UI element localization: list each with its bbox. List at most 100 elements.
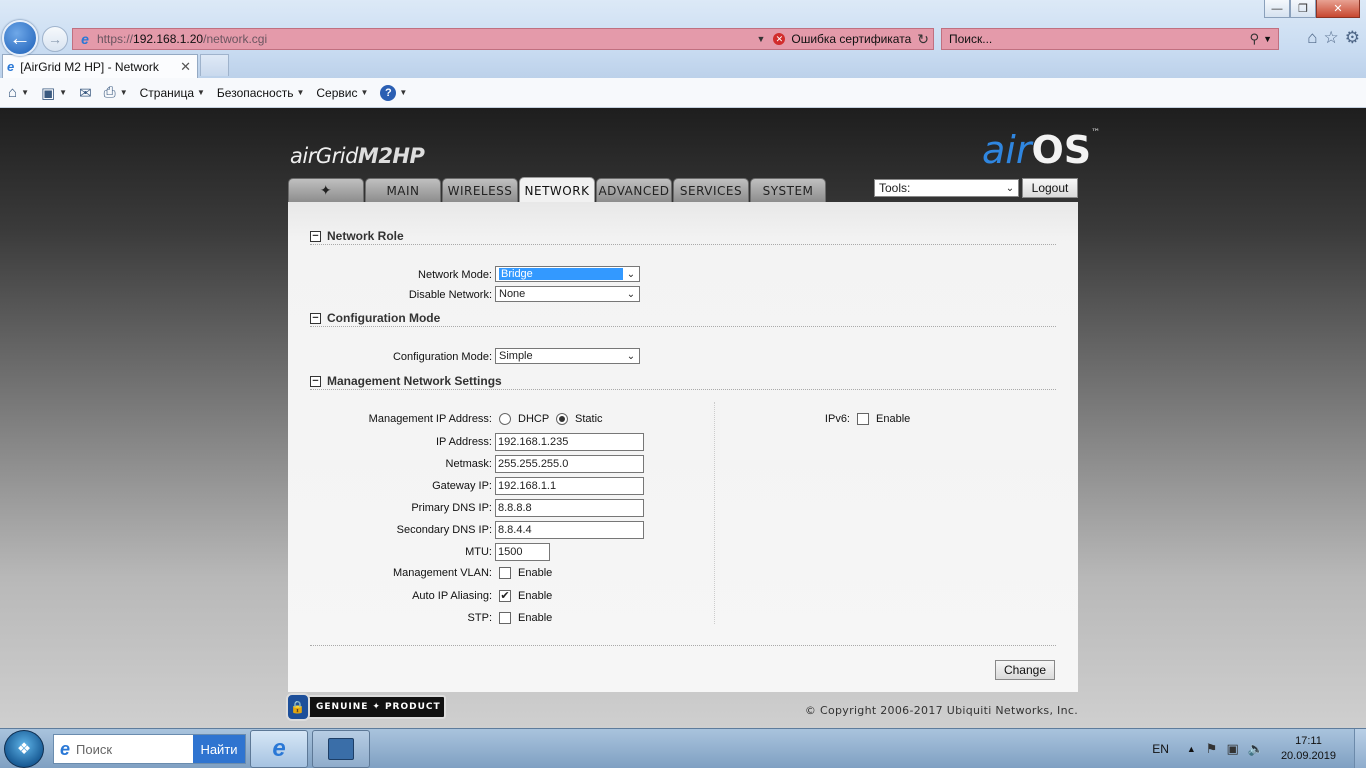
auto-ip-aliasing-checkbox[interactable]: ✔	[499, 590, 511, 602]
ip-address-input[interactable]: 192.168.1.235	[495, 433, 644, 451]
section-network-role[interactable]: − Network Role	[310, 229, 404, 243]
tab-ubiquiti-logo[interactable]: ✦	[288, 178, 364, 202]
tab-favicon-icon: e	[7, 59, 15, 74]
maximize-button[interactable]: ❐	[1290, 0, 1316, 18]
network-status-icon[interactable]: ▣	[1226, 741, 1238, 757]
tab-services[interactable]: SERVICES	[673, 178, 749, 202]
error-icon: ✕	[773, 33, 786, 45]
gear-icon[interactable]: ⚙	[1345, 28, 1360, 48]
rss-feed-icon[interactable]: ▣	[41, 84, 55, 102]
taskbar-network-app[interactable]	[312, 730, 370, 768]
home-icon[interactable]: ⌂	[1307, 28, 1317, 48]
menu-security[interactable]: Безопасность ▼	[217, 86, 304, 100]
chevron-down-icon[interactable]: ▼	[120, 88, 128, 97]
clock[interactable]: 17:11 20.09.2019	[1281, 734, 1336, 764]
secondary-dns-input[interactable]: 8.8.4.4	[495, 521, 644, 539]
gateway-ip-input[interactable]: 192.168.1.1	[495, 477, 644, 495]
show-desktop-button[interactable]	[1354, 729, 1366, 768]
refresh-icon[interactable]: ↻	[917, 31, 929, 48]
management-ip-label: Management IP Address:	[368, 413, 492, 425]
mtu-input[interactable]: 1500	[495, 543, 550, 561]
menu-help[interactable]: ? ▼	[380, 84, 407, 101]
taskbar-search-button[interactable]: Найти	[193, 735, 245, 763]
ip-address-label: IP Address:	[435, 436, 492, 448]
command-bar: ⌂ ▼ ▣ ▼ ✉ ⎙ ▼ Страница ▼ Безопасность ▼ Серви…	[0, 78, 1366, 108]
collapse-icon[interactable]: −	[310, 312, 321, 324]
address-dropdown-icon[interactable]: ▼	[756, 34, 765, 44]
action-center-flag-icon[interactable]: ⚑	[1206, 741, 1218, 757]
favorites-star-icon[interactable]: ☆	[1324, 28, 1339, 48]
stp-label: STP:	[467, 612, 492, 624]
divider	[310, 326, 1056, 327]
start-button[interactable]: ❖	[4, 730, 44, 768]
address-bar[interactable]: e https://192.168.1.20/network.cgi ▼ ✕ Ош…	[72, 28, 934, 50]
menu-page[interactable]: Страница ▼	[140, 86, 205, 100]
close-window-button[interactable]: ✕	[1316, 0, 1360, 18]
divider	[310, 244, 1056, 245]
netmask-label: Netmask:	[445, 458, 492, 470]
show-hidden-icons-icon[interactable]: ▲	[1187, 744, 1196, 754]
network-mode-select[interactable]: Bridge ⌄	[495, 266, 640, 282]
section-title: Configuration Mode	[327, 311, 441, 325]
browser-titlebar: — ❐ ✕ ← → e https://192.168.1.20/network…	[0, 0, 1366, 56]
logout-button[interactable]: Logout	[1022, 178, 1078, 198]
language-indicator[interactable]: EN	[1152, 742, 1169, 756]
section-configuration-mode[interactable]: − Configuration Mode	[310, 311, 440, 325]
taskbar-internet-explorer[interactable]: e	[250, 730, 308, 768]
tab-network[interactable]: NETWORK	[519, 177, 595, 203]
page-footer: 🔒 GENUINE ✦ PRODUCT © Copyright 2006-201…	[286, 692, 1078, 728]
certificate-error[interactable]: ✕ Ошибка сертификата	[773, 32, 911, 46]
airos-logo-os: OS	[1031, 128, 1092, 172]
new-tab-button[interactable]	[200, 54, 229, 76]
primary-dns-input[interactable]: 8.8.8.8	[495, 499, 644, 517]
menu-service[interactable]: Сервис ▼	[316, 86, 368, 100]
mail-icon[interactable]: ✉	[79, 84, 92, 102]
tab-wireless[interactable]: WIRELESS	[442, 178, 518, 202]
chevron-down-icon: ▼	[360, 88, 369, 97]
section-management-network[interactable]: − Management Network Settings	[310, 374, 502, 388]
taskbar-search-input[interactable]: e Поиск Найти	[53, 734, 246, 764]
back-button[interactable]: ←	[2, 20, 38, 56]
static-radio[interactable]	[556, 413, 568, 425]
home-icon[interactable]: ⌂	[8, 84, 17, 101]
disable-network-select[interactable]: None ⌄	[495, 286, 640, 302]
tab-close-icon[interactable]: ✕	[180, 59, 191, 75]
collapse-icon[interactable]: −	[310, 230, 321, 242]
browser-tab-active[interactable]: e [AirGrid M2 HP] - Network ✕	[2, 54, 198, 78]
chevron-down-icon[interactable]: ▼	[59, 88, 67, 97]
tab-advanced[interactable]: ADVANCED	[596, 178, 672, 202]
menu-service-label: Сервис	[316, 85, 358, 100]
minimize-button[interactable]: —	[1264, 0, 1290, 18]
browser-search-input[interactable]: Поиск... ⚲ ▼	[941, 28, 1279, 50]
collapse-icon[interactable]: −	[310, 375, 321, 387]
netmask-input[interactable]: 255.255.255.0	[495, 455, 644, 473]
url-protocol: https://	[97, 32, 134, 46]
chevron-down-icon: ⌄	[1005, 182, 1015, 194]
ie-icon: e	[60, 738, 71, 759]
chevron-down-icon[interactable]: ▼	[21, 88, 29, 97]
forward-button[interactable]: →	[42, 26, 68, 52]
search-icon[interactable]: ⚲	[1250, 31, 1260, 47]
tab-title: [AirGrid M2 HP] - Network	[20, 59, 159, 74]
ipv6-checkbox[interactable]	[857, 413, 869, 425]
ubiquiti-logo-icon: ✦	[319, 182, 333, 199]
system-tray: EN ▲ ⚑ ▣ 🔈 17:11 20.09.2019	[1152, 729, 1366, 768]
search-placeholder: Поиск...	[949, 32, 993, 46]
network-center-icon	[328, 738, 354, 760]
change-button[interactable]: Change	[995, 660, 1055, 680]
tab-system[interactable]: SYSTEM	[750, 178, 826, 202]
airos-logo: airOS™	[982, 128, 1100, 172]
stp-checkbox[interactable]	[499, 612, 511, 624]
volume-icon[interactable]: 🔈	[1248, 741, 1264, 757]
ie-icon: e	[272, 735, 286, 762]
search-dropdown-icon[interactable]: ▼	[1263, 34, 1272, 44]
management-vlan-checkbox[interactable]	[499, 567, 511, 579]
menu-security-label: Безопасность	[216, 85, 294, 100]
print-icon[interactable]: ⎙	[104, 84, 116, 101]
column-divider	[714, 402, 715, 624]
dhcp-radio[interactable]	[499, 413, 511, 425]
tools-select[interactable]: Tools: ⌄	[874, 179, 1019, 197]
auto-ip-aliasing-enable-label: Enable	[518, 590, 553, 602]
configuration-mode-select[interactable]: Simple ⌄	[495, 348, 640, 364]
tab-main[interactable]: MAIN	[365, 178, 441, 202]
